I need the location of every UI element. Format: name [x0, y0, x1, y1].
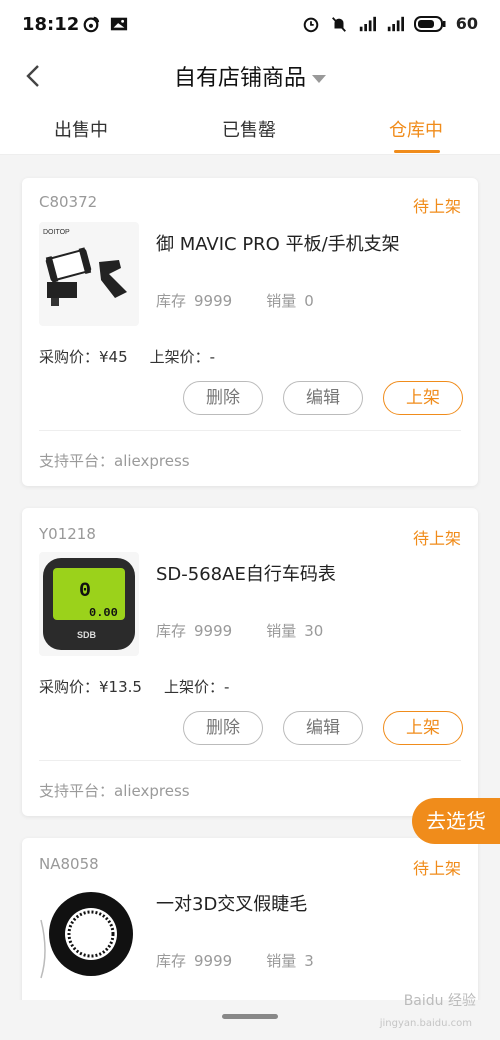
signal-4g-icon [387, 16, 404, 31]
platform-label: 支持平台： [39, 782, 115, 800]
listing-price-value: - [209, 348, 216, 366]
status-bar: 18:12 60 [0, 0, 500, 52]
purchase-price-label: 采购价： [39, 678, 100, 696]
platform-info: 支持平台：aliexpress [39, 450, 190, 471]
page-title: 自有店铺商品 [173, 66, 306, 91]
product-card: Y01218 待上架 0 0.00 SDB SD-568AE自行车码表 库存 99… [22, 508, 478, 816]
active-tab-indicator [394, 150, 440, 153]
purchase-price-value: ¥45 [99, 348, 128, 366]
stock-value: 9999 [194, 292, 233, 310]
tab-bar: 出售中 已售罄 仓库中 [0, 100, 500, 155]
product-name: SD-568AE自行车码表 [156, 564, 336, 585]
weibo-icon [83, 16, 100, 33]
product-name: 一对3D交叉假睫毛 [156, 894, 308, 915]
page-title-dropdown[interactable]: 自有店铺商品 [0, 60, 500, 92]
tab-on-sale[interactable]: 出售中 [54, 116, 108, 142]
tablet-holder-image: DOITOP [43, 229, 127, 306]
listing-price-label: 上架价： [149, 348, 210, 366]
sales-label: 销量 [266, 622, 297, 640]
alarm-icon [303, 17, 319, 32]
product-code: Y01218 [39, 525, 96, 543]
product-list[interactable]: C80372 待上架 DOITOP 御 MAVIC PRO 平板/手机支架 库存… [0, 160, 500, 1000]
tab-warehouse[interactable]: 仓库中 [389, 116, 443, 142]
select-goods-button[interactable]: 去选货 [412, 798, 500, 844]
product-image[interactable]: DOITOP [39, 222, 139, 326]
stock-label: 库存 [156, 622, 187, 640]
listing-price-value: - [223, 678, 230, 696]
product-status: 待上架 [412, 197, 461, 216]
divider [39, 760, 461, 761]
sales-label: 销量 [266, 952, 297, 970]
eyelashes-image [40, 892, 133, 979]
mute-icon [331, 16, 346, 32]
sales-value: 30 [304, 622, 324, 640]
brand-logo: SDB [77, 630, 97, 640]
caret-down-icon [312, 75, 326, 83]
stock-value: 9999 [194, 952, 233, 970]
product-code: NA8058 [39, 855, 99, 873]
tab-sold-out[interactable]: 已售罄 [222, 116, 276, 142]
stock-label: 库存 [156, 292, 187, 310]
header: 自有店铺商品 [0, 52, 500, 100]
sales-value: 0 [304, 292, 314, 310]
platform-info: 支持平台：aliexpress [39, 780, 190, 801]
status-time: 18:12 [22, 14, 80, 35]
svg-text:0: 0 [79, 580, 91, 603]
platform-label: 支持平台： [39, 452, 115, 470]
list-up-button[interactable]: 上架 [383, 711, 463, 745]
product-meta: 库存 9999 销量 30 [156, 620, 323, 641]
watermark-url: jingyan.baidu.com [379, 1018, 472, 1029]
product-card: C80372 待上架 DOITOP 御 MAVIC PRO 平板/手机支架 库存… [22, 178, 478, 486]
delete-button[interactable]: 删除 [183, 711, 263, 745]
watermark: Baidu 经验 [403, 993, 476, 1009]
svg-text:0.00: 0.00 [89, 606, 118, 620]
listing-price-label: 上架价： [163, 678, 224, 696]
product-name: 御 MAVIC PRO 平板/手机支架 [156, 234, 400, 255]
home-indicator[interactable] [222, 1014, 278, 1019]
sales-label: 销量 [266, 292, 297, 310]
platform-value: aliexpress [114, 452, 190, 470]
product-card: NA8058 待上架 一对3D交叉假睫毛 库存 9999 销量 3 [22, 838, 478, 1000]
brand-logo: DOITOP [43, 229, 70, 236]
battery-icon [413, 15, 446, 32]
product-status: 待上架 [412, 529, 461, 548]
sales-value: 3 [304, 952, 314, 970]
signal-icon [359, 16, 376, 31]
product-prices: 采购价：¥45 上架价：- [39, 346, 215, 367]
purchase-price-label: 采购价： [39, 348, 100, 366]
product-meta: 库存 9999 销量 0 [156, 290, 314, 311]
product-prices: 采购价：¥13.5 上架价：- [39, 676, 229, 697]
list-up-button[interactable]: 上架 [383, 381, 463, 415]
battery-level: 60 [455, 14, 478, 33]
divider [39, 430, 461, 431]
platform-value: aliexpress [114, 782, 190, 800]
gallery-icon [110, 17, 128, 31]
stock-value: 9999 [194, 622, 233, 640]
edit-button[interactable]: 编辑 [283, 711, 363, 745]
product-status: 待上架 [412, 859, 461, 878]
product-code: C80372 [39, 193, 98, 211]
edit-button[interactable]: 编辑 [283, 381, 363, 415]
stock-label: 库存 [156, 952, 187, 970]
product-meta: 库存 9999 销量 3 [156, 950, 314, 971]
product-image[interactable]: 0 0.00 SDB [39, 552, 139, 656]
delete-button[interactable]: 删除 [183, 381, 263, 415]
purchase-price-value: ¥13.5 [99, 678, 142, 696]
bike-computer-image: 0 0.00 SDB [43, 558, 135, 650]
product-image[interactable] [39, 882, 139, 986]
